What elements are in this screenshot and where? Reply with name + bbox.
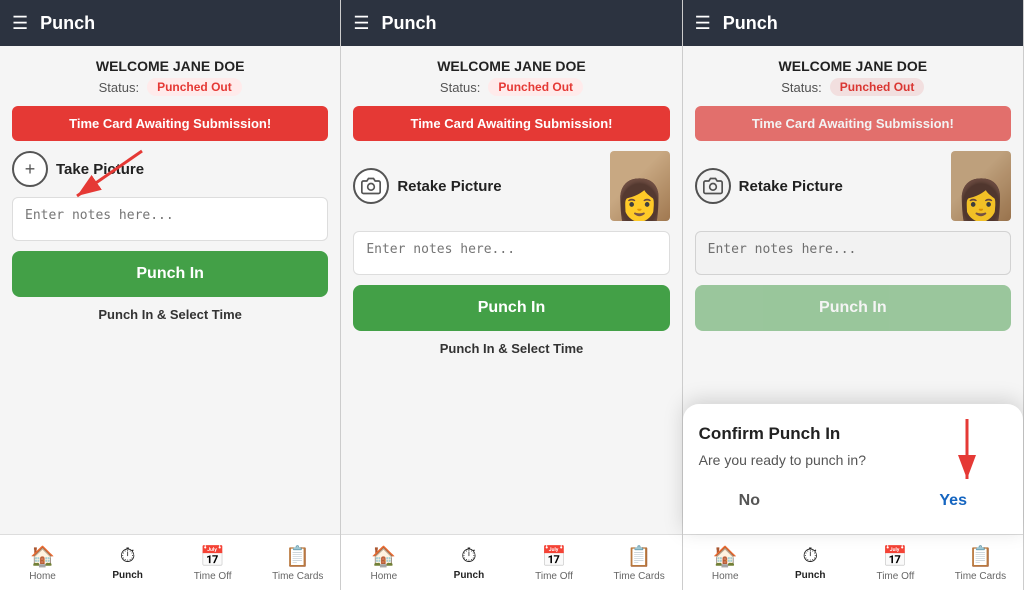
punch-select-label-2[interactable]: Punch In & Select Time — [353, 341, 669, 356]
status-label-2: Status: — [440, 80, 480, 95]
timeoff-icon-3: 📅 — [883, 544, 908, 569]
punch-icon-2: ⏱ — [461, 545, 477, 568]
confirm-title: Confirm Punch In — [699, 424, 1007, 444]
notes-input-3[interactable] — [695, 231, 1011, 275]
punch-select-label-1[interactable]: Punch In & Select Time — [12, 307, 328, 322]
take-picture-label-1: Take Picture — [56, 161, 144, 178]
screen-body-1: WELCOME JANE DOE Status: Punched Out Tim… — [0, 46, 340, 534]
nav-home-label-2: Home — [371, 571, 398, 582]
status-label-3: Status: — [781, 80, 821, 95]
bottom-nav-1: 🏠 Home ⏱ Punch 📅 Time Off 📋 Time Cards — [0, 534, 340, 590]
menu-icon-3[interactable]: ☰ — [695, 13, 711, 34]
punch-in-btn-1[interactable]: Punch In — [12, 251, 328, 297]
camera-icon-3 — [695, 168, 731, 204]
nav-punch-1[interactable]: ⏱ Punch — [85, 535, 170, 590]
bottom-nav-3: 🏠 Home ⏱ Punch 📅 Time Off 📋 Time Cards — [683, 534, 1023, 590]
nav-punch-3[interactable]: ⏱ Punch — [768, 535, 853, 590]
confirm-dialog: Confirm Punch In Are you ready to punch … — [683, 404, 1023, 534]
topbar-title-2: Punch — [381, 13, 436, 34]
alert-bar-2[interactable]: Time Card Awaiting Submission! — [353, 106, 669, 141]
alert-bar-3[interactable]: Time Card Awaiting Submission! — [695, 106, 1011, 141]
nav-timeoff-label-1: Time Off — [194, 571, 232, 582]
photo-thumb-3 — [951, 151, 1011, 221]
nav-timeoff-2[interactable]: 📅 Time Off — [511, 535, 596, 590]
nav-punch-label-1: Punch — [112, 570, 143, 581]
timecards-icon-2: 📋 — [627, 544, 652, 569]
nav-punch-label-2: Punch — [454, 570, 485, 581]
topbar-title-1: Punch — [40, 13, 95, 34]
retake-picture-btn-2[interactable]: Retake Picture — [353, 168, 597, 204]
nav-home-label-1: Home — [29, 571, 56, 582]
retake-picture-label-3: Retake Picture — [739, 178, 843, 195]
topbar-1: ☰ Punch — [0, 0, 340, 46]
nav-home-label-3: Home — [712, 571, 739, 582]
nav-home-1[interactable]: 🏠 Home — [0, 535, 85, 590]
nav-timecards-label-3: Time Cards — [955, 571, 1006, 582]
nav-timecards-2[interactable]: 📋 Time Cards — [597, 535, 682, 590]
status-badge-2: Punched Out — [488, 78, 583, 96]
home-icon-1: 🏠 — [30, 544, 55, 569]
timecards-icon-3: 📋 — [968, 544, 993, 569]
screen-3: ☰ Punch WELCOME JANE DOE Status: Punched… — [683, 0, 1024, 590]
confirm-no-button[interactable]: No — [719, 484, 780, 518]
take-picture-btn-1[interactable]: + Take Picture — [12, 151, 328, 187]
timecards-icon-1: 📋 — [285, 544, 310, 569]
punch-icon-3: ⏱ — [802, 545, 818, 568]
topbar-2: ☰ Punch — [341, 0, 681, 46]
home-icon-2: 🏠 — [371, 544, 396, 569]
nav-timeoff-label-2: Time Off — [535, 571, 573, 582]
menu-icon-2[interactable]: ☰ — [353, 13, 369, 34]
confirm-yes-button[interactable]: Yes — [919, 484, 987, 518]
status-row-2: Status: Punched Out — [353, 78, 669, 96]
status-label-1: Status: — [99, 80, 139, 95]
retake-picture-btn-3[interactable]: Retake Picture — [695, 168, 939, 204]
picture-area-1: + Take Picture — [12, 151, 328, 187]
nav-timeoff-1[interactable]: 📅 Time Off — [170, 535, 255, 590]
welcome-section-2: WELCOME JANE DOE Status: Punched Out — [353, 58, 669, 96]
camera-icon-2 — [353, 168, 389, 204]
retake-picture-label-2: Retake Picture — [397, 178, 501, 195]
status-badge-1: Punched Out — [147, 78, 242, 96]
nav-home-2[interactable]: 🏠 Home — [341, 535, 426, 590]
topbar-3: ☰ Punch — [683, 0, 1023, 46]
screen-2: ☰ Punch WELCOME JANE DOE Status: Punched… — [341, 0, 682, 590]
home-icon-3: 🏠 — [713, 544, 738, 569]
nav-punch-label-3: Punch — [795, 570, 826, 581]
screen-1: ☰ Punch WELCOME JANE DOE Status: Punched… — [0, 0, 341, 590]
alert-bar-1[interactable]: Time Card Awaiting Submission! — [12, 106, 328, 141]
screen-body-2: WELCOME JANE DOE Status: Punched Out Tim… — [341, 46, 681, 534]
notes-input-2[interactable] — [353, 231, 669, 275]
menu-icon-1[interactable]: ☰ — [12, 13, 28, 34]
confirm-subtitle: Are you ready to punch in? — [699, 452, 1007, 468]
bottom-nav-2: 🏠 Home ⏱ Punch 📅 Time Off 📋 Time Cards — [341, 534, 681, 590]
picture-row-3: Retake Picture — [695, 151, 1011, 221]
photo-thumb-2 — [610, 151, 670, 221]
nav-punch-2[interactable]: ⏱ Punch — [426, 535, 511, 590]
timeoff-icon-1: 📅 — [200, 544, 225, 569]
notes-input-1[interactable] — [12, 197, 328, 241]
nav-timecards-label-2: Time Cards — [613, 571, 664, 582]
nav-timeoff-label-3: Time Off — [876, 571, 914, 582]
welcome-name-2: WELCOME JANE DOE — [353, 58, 669, 74]
welcome-name-1: WELCOME JANE DOE — [12, 58, 328, 74]
nav-timecards-label-1: Time Cards — [272, 571, 323, 582]
plus-icon-1: + — [12, 151, 48, 187]
confirm-buttons: No Yes — [699, 484, 1007, 518]
picture-row-2: Retake Picture — [353, 151, 669, 221]
nav-timecards-1[interactable]: 📋 Time Cards — [255, 535, 340, 590]
nav-timecards-3[interactable]: 📋 Time Cards — [938, 535, 1023, 590]
welcome-name-3: WELCOME JANE DOE — [695, 58, 1011, 74]
welcome-section-3: WELCOME JANE DOE Status: Punched Out — [695, 58, 1011, 96]
welcome-section-1: WELCOME JANE DOE Status: Punched Out — [12, 58, 328, 96]
nav-home-3[interactable]: 🏠 Home — [683, 535, 768, 590]
timeoff-icon-2: 📅 — [542, 544, 567, 569]
status-row-3: Status: Punched Out — [695, 78, 1011, 96]
status-badge-3: Punched Out — [830, 78, 925, 96]
topbar-title-3: Punch — [723, 13, 778, 34]
nav-timeoff-3[interactable]: 📅 Time Off — [853, 535, 938, 590]
punch-icon-1: ⏱ — [120, 545, 136, 568]
punch-in-btn-2[interactable]: Punch In — [353, 285, 669, 331]
punch-in-btn-3[interactable]: Punch In — [695, 285, 1011, 331]
status-row-1: Status: Punched Out — [12, 78, 328, 96]
